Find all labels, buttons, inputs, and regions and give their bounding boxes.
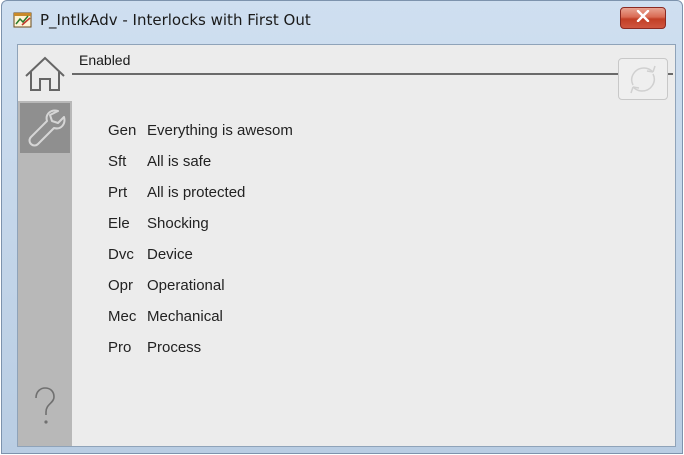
interlock-item: Dvc Device xyxy=(108,246,293,277)
interlock-description: Mechanical xyxy=(147,308,223,325)
wrench-icon xyxy=(20,109,70,157)
status-divider xyxy=(72,73,673,75)
interlock-description: Process xyxy=(147,339,202,356)
interlock-code: Dvc xyxy=(108,246,134,263)
interlock-code: Ele xyxy=(108,215,130,232)
refresh-icon xyxy=(619,65,667,103)
home-button[interactable] xyxy=(18,45,72,101)
faceplate-app-icon xyxy=(13,10,33,30)
interlock-code: Sft xyxy=(108,153,127,170)
interlock-status-text: Enabled xyxy=(79,52,131,68)
close-x-icon xyxy=(636,9,650,27)
interlock-description: All is safe xyxy=(147,153,212,170)
interlock-description: Everything is awesom xyxy=(147,122,293,139)
close-button[interactable] xyxy=(620,7,666,29)
interlock-description: Shocking xyxy=(147,215,209,232)
interlock-item: Mec Mechanical xyxy=(108,308,293,339)
interlock-code: Mec xyxy=(108,308,137,325)
interlock-item: Opr Operational xyxy=(108,277,293,308)
interlock-item: Prt All is protected xyxy=(108,184,293,215)
interlock-item: Gen Everything is awesom xyxy=(108,122,293,153)
faceplate-window: P_IntlkAdv - Interlocks with First Out E… xyxy=(1,0,683,454)
interlock-item: Ele Shocking xyxy=(108,215,293,246)
interlock-code: Pro xyxy=(108,339,132,356)
help-button[interactable] xyxy=(18,382,72,432)
interlock-list: Gen Everything is awesom Sft All is safe… xyxy=(108,122,293,370)
interlock-code: Prt xyxy=(108,184,128,201)
interlock-description: Device xyxy=(147,246,193,263)
window-title: P_IntlkAdv - Interlocks with First Out xyxy=(40,11,311,29)
interlock-code: Opr xyxy=(108,277,134,294)
interlock-item: Pro Process xyxy=(108,339,293,370)
title-bar[interactable]: P_IntlkAdv - Interlocks with First Out xyxy=(2,1,682,41)
interlock-code: Gen xyxy=(108,122,137,139)
faceplate-client-area: Enabled Gen Everything is awesom Sft All… xyxy=(17,44,676,447)
maintenance-button[interactable] xyxy=(20,103,70,153)
question-mark-icon xyxy=(18,387,72,436)
interlock-item: Sft All is safe xyxy=(108,153,293,184)
interlock-description: Operational xyxy=(147,277,225,294)
refresh-button[interactable] xyxy=(618,58,668,100)
navigation-sidebar xyxy=(18,45,72,446)
interlock-description: All is protected xyxy=(147,184,246,201)
